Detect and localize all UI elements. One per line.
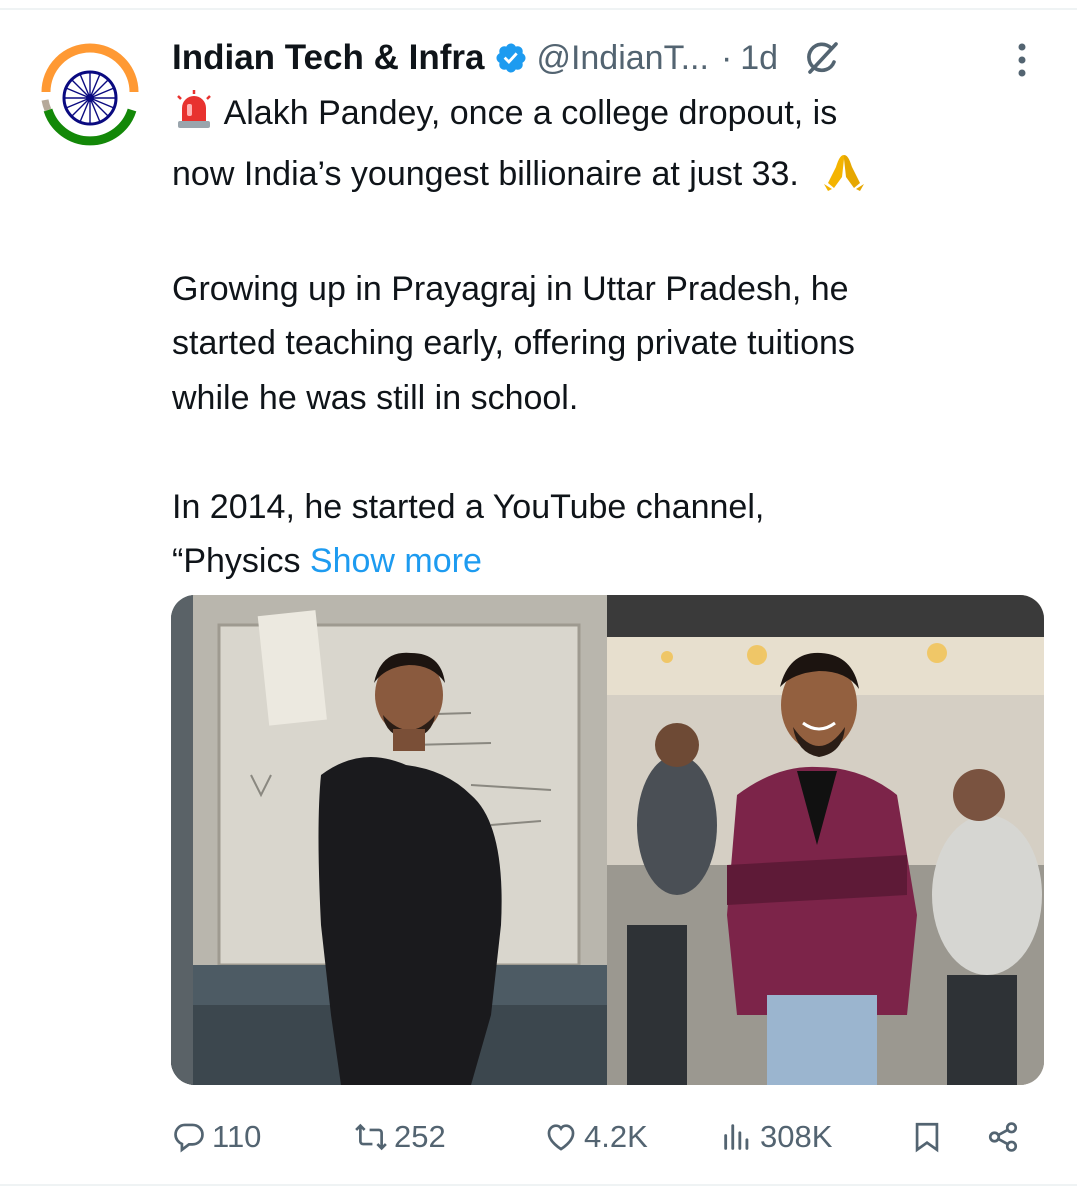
tweet-line-4: started teaching early, offering private… — [172, 324, 855, 362]
reply-button[interactable]: 110 — [172, 1112, 261, 1162]
reply-count: 110 — [212, 1119, 262, 1154]
tweet-line-7: “Physics Show more — [172, 534, 1052, 589]
tweet-line-3: Growing up in Prayagraj in Uttar Pradesh… — [172, 269, 849, 308]
view-count: 308K — [760, 1119, 833, 1154]
tweet-line-1: Alakh Pandey, once a college dropout, is — [223, 94, 838, 132]
tweet-text: Alakh Pandey, once a college dropout, is… — [172, 86, 1052, 589]
media-photo-right[interactable] — [607, 595, 1044, 1085]
views-button[interactable]: 308K — [720, 1112, 832, 1162]
share-icon[interactable] — [986, 1120, 1020, 1154]
tweet-line-2: now India’s youngest billionaire at just… — [172, 154, 799, 193]
tweet-line-7-text: “Physics — [172, 542, 301, 580]
top-divider — [0, 8, 1077, 10]
tweet-line: now India’s youngest billionaire at just… — [172, 147, 1052, 208]
tweet-line-5: while he was still in school. — [172, 378, 579, 417]
more-vertical-icon[interactable] — [1010, 40, 1034, 80]
like-button[interactable]: 4.2K — [544, 1112, 648, 1162]
action-bar: 110 252 4.2K 308K — [172, 1112, 1032, 1162]
bookmark-icon[interactable] — [910, 1120, 944, 1154]
grok-icon[interactable] — [800, 36, 844, 80]
author-avatar[interactable] — [34, 40, 146, 152]
author-name[interactable]: Indian Tech & Infra — [172, 38, 484, 78]
media-photo-left[interactable] — [171, 595, 607, 1085]
repost-count: 252 — [394, 1119, 446, 1154]
show-more-link[interactable]: Show more — [310, 542, 482, 580]
folded-hands-emoji — [822, 151, 866, 208]
tweet-time[interactable]: 1d — [740, 39, 778, 78]
heart-icon — [547, 1124, 575, 1151]
repost-button[interactable]: 252 — [354, 1112, 446, 1162]
like-count: 4.2K — [584, 1119, 648, 1154]
verified-badge-icon — [496, 43, 526, 73]
author-handle[interactable]: @IndianT... — [536, 39, 709, 78]
police-light-emoji — [172, 90, 216, 147]
separator-dot: · — [720, 38, 733, 77]
views-chart-icon — [724, 1124, 749, 1150]
tweet-header: Indian Tech & Infra @IndianT... · 1d — [172, 34, 844, 82]
bottom-divider — [0, 1184, 1077, 1186]
repost-icon — [355, 1123, 387, 1151]
tweet-line: Alakh Pandey, once a college dropout, is — [172, 86, 1052, 147]
tweet-media[interactable] — [171, 595, 1044, 1085]
reply-icon — [174, 1123, 204, 1153]
tweet-line-6: In 2014, he started a YouTube channel, — [172, 487, 765, 526]
